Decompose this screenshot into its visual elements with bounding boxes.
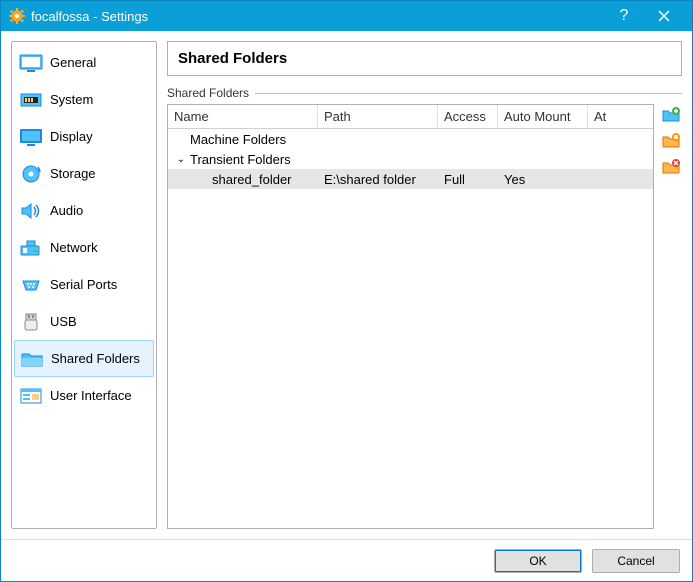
group-label-text: Shared Folders [167, 86, 249, 100]
cell-access: Full [438, 172, 498, 187]
col-path[interactable]: Path [318, 105, 438, 128]
sidebar-item-network[interactable]: Network [14, 229, 154, 266]
sidebar-item-label: Display [50, 129, 93, 144]
sidebar-item-label: Audio [50, 203, 83, 218]
cancel-button[interactable]: Cancel [592, 549, 680, 573]
transient-folders-node[interactable]: ⌄ Transient Folders [168, 149, 653, 169]
col-auto[interactable]: Auto Mount [498, 105, 588, 128]
cell-name: shared_folder [168, 172, 318, 187]
audio-icon [18, 200, 44, 222]
sidebar-item-general[interactable]: General [14, 44, 154, 81]
sidebar-item-label: Serial Ports [50, 277, 117, 292]
remove-folder-button[interactable] [660, 156, 682, 178]
sidebar-item-display[interactable]: Display [14, 118, 154, 155]
machine-folders-node[interactable]: Machine Folders [168, 129, 653, 149]
sidebar-item-ui[interactable]: User Interface [14, 377, 154, 414]
table-header: Name Path Access Auto Mount At [168, 105, 653, 129]
sidebar-item-shared-folders[interactable]: Shared Folders [14, 340, 154, 377]
close-button[interactable] [644, 1, 684, 31]
window-body: General System Display Storage [1, 31, 692, 539]
general-icon [18, 52, 44, 74]
storage-icon [18, 163, 44, 185]
chevron-down-icon: ⌄ [174, 154, 188, 165]
sidebar-item-label: Network [50, 240, 98, 255]
serial-icon [18, 274, 44, 296]
col-access[interactable]: Access [438, 105, 498, 128]
sidebar-item-label: Storage [50, 166, 96, 181]
col-at[interactable]: At [588, 105, 653, 128]
ui-icon [18, 385, 44, 407]
page-title: Shared Folders [167, 41, 682, 76]
folder-icon [19, 348, 45, 370]
sidebar-item-audio[interactable]: Audio [14, 192, 154, 229]
tree-label: Transient Folders [190, 152, 291, 167]
usb-icon [18, 311, 44, 333]
col-name[interactable]: Name [168, 105, 318, 128]
cell-path: E:\shared folder [318, 172, 438, 187]
add-folder-button[interactable] [660, 104, 682, 126]
sidebar-item-system[interactable]: System [14, 81, 154, 118]
sidebar-item-serial[interactable]: Serial Ports [14, 266, 154, 303]
ok-button[interactable]: OK [494, 549, 582, 573]
sidebar-item-storage[interactable]: Storage [14, 155, 154, 192]
sidebar: General System Display Storage [11, 41, 157, 529]
main-panel: Shared Folders Shared Folders Name Path … [167, 41, 682, 529]
window-title: focalfossa - Settings [31, 9, 148, 24]
system-icon [18, 89, 44, 111]
sidebar-item-label: System [50, 92, 93, 107]
help-button[interactable]: ? [604, 1, 644, 31]
table-row[interactable]: shared_folder E:\shared folder Full Yes [168, 169, 653, 189]
display-icon [18, 126, 44, 148]
folders-table: Name Path Access Auto Mount At Machine F… [167, 104, 654, 529]
gear-icon [9, 8, 25, 24]
edit-folder-button[interactable] [660, 130, 682, 152]
shared-folders-group: Shared Folders Name Path Access Auto Mou… [167, 86, 682, 529]
sidebar-item-label: User Interface [50, 388, 132, 403]
network-icon [18, 237, 44, 259]
cell-auto: Yes [498, 172, 588, 187]
folder-toolbar [660, 104, 682, 529]
titlebar: focalfossa - Settings ? [1, 1, 692, 31]
table-body: Machine Folders ⌄ Transient Folders shar… [168, 129, 653, 528]
sidebar-item-label: Shared Folders [51, 351, 140, 366]
dialog-footer: OK Cancel [1, 539, 692, 581]
sidebar-item-label: General [50, 55, 96, 70]
tree-label: Machine Folders [190, 132, 286, 147]
settings-window: focalfossa - Settings ? General System [0, 0, 693, 582]
sidebar-item-label: USB [50, 314, 77, 329]
group-label: Shared Folders [167, 86, 682, 100]
sidebar-item-usb[interactable]: USB [14, 303, 154, 340]
